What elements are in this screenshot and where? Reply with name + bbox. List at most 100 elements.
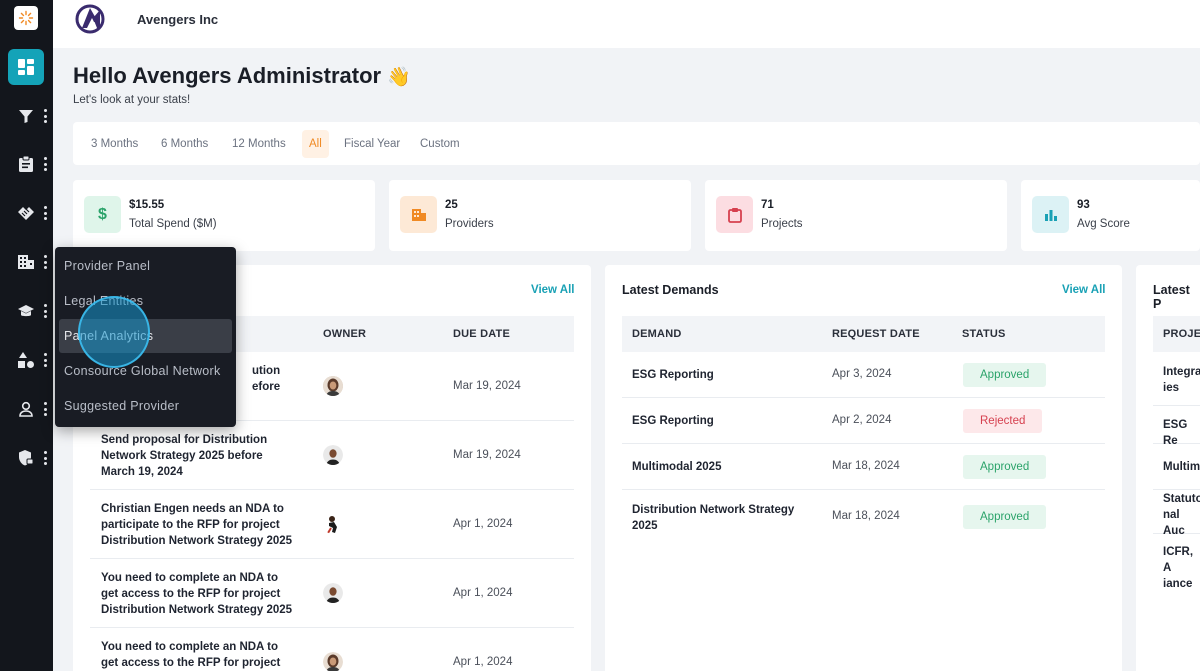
stat-value: 71 <box>761 199 774 211</box>
tab-3-months[interactable]: 3 Months <box>84 130 145 158</box>
tasks-view-all-link[interactable]: View All <box>531 284 574 296</box>
shield-lock-icon <box>19 450 34 466</box>
project-name: Integra ies <box>1163 366 1200 394</box>
building-icon <box>18 255 34 269</box>
table-row[interactable]: ESG Re <box>1153 406 1200 447</box>
sidebar <box>0 0 53 671</box>
sidebar-more-icon[interactable] <box>42 157 48 171</box>
sidebar-more-icon[interactable] <box>42 255 48 269</box>
request-date: Mar 18, 2024 <box>832 460 900 472</box>
demand-name: Distribution Network Strategy 2025 <box>632 504 795 532</box>
demand-name: ESG Reporting <box>632 369 714 381</box>
dashboard-icon <box>18 59 34 75</box>
demands-view-all-link[interactable]: View All <box>1062 284 1105 296</box>
avatar <box>323 514 343 534</box>
project-name: Statuto nal Auc <box>1163 493 1200 537</box>
sidebar-more-icon[interactable] <box>42 402 48 416</box>
stat-card-projects[interactable]: 71 Projects <box>705 180 1007 251</box>
column-header-request-date: REQUEST DATE <box>832 328 920 340</box>
table-row[interactable]: Multim <box>1153 444 1200 490</box>
due-date: Apr 1, 2024 <box>453 656 513 668</box>
building-icon <box>400 196 437 233</box>
avatar <box>323 445 343 465</box>
due-date: Mar 19, 2024 <box>453 380 521 392</box>
stat-value: $15.55 <box>129 199 165 211</box>
user-icon <box>19 401 33 417</box>
sidebar-item-providers[interactable] <box>8 244 44 280</box>
task-text: You need to complete an NDA to get access… <box>101 572 293 616</box>
sidebar-item-dashboard[interactable] <box>8 49 44 85</box>
sidebar-more-icon[interactable] <box>42 206 48 220</box>
status-badge: Approved <box>963 455 1047 479</box>
stat-card-avg-score[interactable]: 93 Avg Score <box>1021 180 1200 251</box>
table-row[interactable]: ESG Reporting Apr 2, 2024 Rejected <box>622 398 1105 444</box>
stat-value: 25 <box>445 199 458 211</box>
click-indicator <box>78 296 150 368</box>
stat-label: Avg Score <box>1077 218 1130 230</box>
table-row[interactable]: Send proposal for Distribution Network St… <box>90 421 574 490</box>
table-row[interactable]: You need to complete an NDA to get access… <box>90 559 574 628</box>
sidebar-more-icon[interactable] <box>42 304 48 318</box>
top-bar: Avengers Inc <box>53 0 1200 48</box>
panel-title: Latest P <box>1153 283 1190 311</box>
sidebar-item-requests[interactable] <box>8 146 44 182</box>
stat-label: Projects <box>761 218 803 230</box>
sidebar-item-users[interactable] <box>8 391 44 427</box>
table-row[interactable]: ESG Reporting Apr 3, 2024 Approved <box>622 352 1105 398</box>
clipboard-icon <box>19 155 33 172</box>
table-row[interactable]: Christian Engen needs an NDA to participa… <box>90 490 574 559</box>
request-date: Apr 3, 2024 <box>832 368 892 380</box>
menu-item-suggested-provider[interactable]: Suggested Provider <box>59 389 232 423</box>
sidebar-more-icon[interactable] <box>42 451 48 465</box>
table-row[interactable]: You need to complete an NDA to get access… <box>90 628 574 671</box>
sidebar-item-categories[interactable] <box>8 342 44 378</box>
avengers-logo-icon[interactable] <box>75 4 105 34</box>
due-date: Apr 1, 2024 <box>453 518 513 530</box>
task-text: ution efore <box>252 365 281 393</box>
tab-all[interactable]: All <box>302 130 329 158</box>
projects-table-header: PROJEC <box>1153 316 1200 352</box>
sidebar-item-partners[interactable] <box>8 195 44 231</box>
sidebar-more-icon[interactable] <box>42 353 48 367</box>
stat-value: 93 <box>1077 199 1090 211</box>
clipboard-icon <box>716 196 753 233</box>
demands-table-header: DEMAND REQUEST DATE STATUS <box>622 316 1105 352</box>
latest-demands-panel: Latest Demands View All DEMAND REQUEST D… <box>605 265 1122 671</box>
project-name: Multim <box>1163 461 1200 473</box>
app-logo[interactable] <box>14 6 38 30</box>
table-row[interactable]: Distribution Network Strategy 2025 Mar 18… <box>622 490 1105 544</box>
stat-card-providers[interactable]: 25 Providers <box>389 180 691 251</box>
column-header-project: PROJEC <box>1163 328 1200 340</box>
tab-12-months[interactable]: 12 Months <box>225 130 293 158</box>
sidebar-item-learning[interactable] <box>8 293 44 329</box>
tab-fiscal-year[interactable]: Fiscal Year <box>337 130 407 158</box>
due-date: Mar 19, 2024 <box>453 449 521 461</box>
company-name: Avengers Inc <box>137 12 219 27</box>
menu-item-consource-global-network[interactable]: Consource Global Network <box>59 354 232 388</box>
sun-logo-icon <box>18 10 34 26</box>
project-name: ICFR, Aiance <box>1163 546 1194 590</box>
table-row[interactable]: Statuto nal Auc <box>1153 490 1200 537</box>
handshake-icon <box>18 207 34 220</box>
request-date: Apr 2, 2024 <box>832 414 892 426</box>
sidebar-item-security[interactable] <box>8 440 44 476</box>
task-text: Send proposal for Distribution Network St… <box>101 434 268 478</box>
sidebar-more-icon[interactable] <box>42 109 48 123</box>
status-badge: Approved <box>963 363 1047 387</box>
page-subtitle: Let's look at your stats! <box>73 94 191 106</box>
tab-6-months[interactable]: 6 Months <box>154 130 215 158</box>
column-header-owner: OWNER <box>323 328 367 340</box>
stat-card-total-spend[interactable]: $ $15.55 Total Spend ($M) <box>73 180 375 251</box>
column-header-due-date: DUE DATE <box>453 328 511 340</box>
demand-name: Multimodal 2025 <box>632 461 722 473</box>
status-badge: Approved <box>963 505 1047 529</box>
table-row[interactable]: Multimodal 2025 Mar 18, 2024 Approved <box>622 444 1105 490</box>
latest-projects-panel: Latest P PROJEC Integraies ESG Re Multim… <box>1136 265 1200 671</box>
table-row[interactable]: ICFR, Aiance <box>1153 534 1200 590</box>
tab-custom[interactable]: Custom <box>413 130 467 158</box>
menu-item-provider-panel[interactable]: Provider Panel <box>59 249 232 283</box>
dollar-icon: $ <box>84 196 121 233</box>
sidebar-item-filter[interactable] <box>8 98 44 134</box>
table-row[interactable]: Integra ies <box>1153 352 1200 406</box>
stat-label: Total Spend ($M) <box>129 218 217 230</box>
